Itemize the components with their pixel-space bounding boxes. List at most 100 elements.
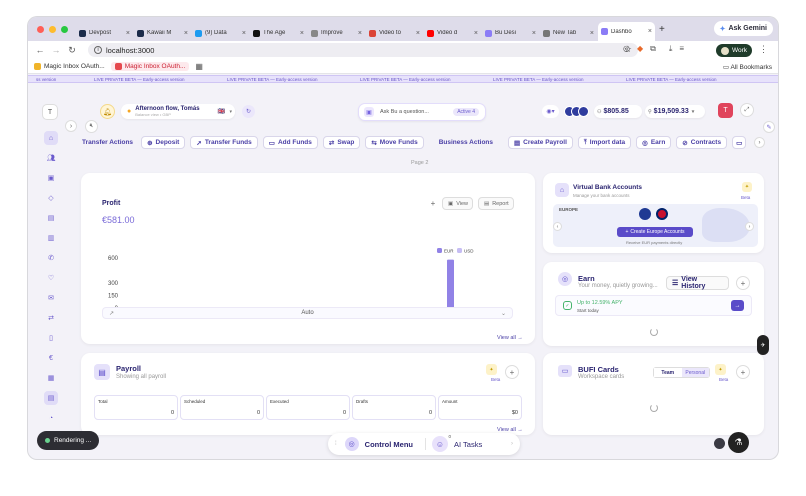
earn-button[interactable]: ◎ Earn <box>636 136 672 149</box>
more-actions-button[interactable]: ▭ <box>732 136 747 149</box>
site-info-icon[interactable]: i <box>94 46 102 54</box>
active-badge[interactable]: Active 4 <box>453 108 479 116</box>
sidebar-item-package[interactable]: ◇ <box>44 191 58 205</box>
sidebar-item-history[interactable]: ◔ <box>44 411 58 425</box>
report-button[interactable]: ▤ Report <box>478 197 514 210</box>
apy-offer[interactable]: ✓ Up to 12.59% APY Start today → <box>555 295 752 316</box>
ai-tasks-button[interactable]: AI Tasks <box>454 440 482 449</box>
tab-8[interactable]: New Tab × <box>540 25 597 41</box>
close-tab-icon[interactable]: × <box>532 30 536 37</box>
sidebar-item-notes[interactable]: ▤ <box>44 391 58 405</box>
tab-7[interactable]: Bu Desi × <box>482 25 539 41</box>
create-europe-accounts-button[interactable]: + Create Europe Accounts <box>617 227 693 237</box>
sidebar-item-users[interactable]: 👥︎ <box>44 151 58 165</box>
close-tab-icon[interactable]: × <box>184 30 188 37</box>
close-window-button[interactable] <box>37 25 44 33</box>
chevron-right-icon[interactable]: › <box>511 441 513 447</box>
sidebar-item-calendar[interactable]: ▦ <box>44 371 58 385</box>
reading-list-icon[interactable]: ≡ <box>679 44 684 54</box>
minimize-window-button[interactable] <box>49 25 56 33</box>
sidebar-item-calls[interactable]: ✆ <box>44 251 58 265</box>
puzzle-icon[interactable]: ⧉ <box>650 44 656 54</box>
control-menu-button[interactable]: Control Menu <box>365 440 413 449</box>
start-earning-button[interactable]: → <box>731 300 744 311</box>
maximize-window-button[interactable] <box>61 25 68 33</box>
tab-0[interactable]: Devpost × <box>76 25 133 41</box>
view-button[interactable]: ▣ View <box>442 197 473 210</box>
sidebar-item-inbox[interactable]: ✉ <box>44 291 58 305</box>
profile-button[interactable]: Work <box>716 44 753 57</box>
apps-grid-icon[interactable]: ▦ <box>195 62 203 71</box>
notification-bell-button[interactable]: 🔔︎ <box>100 104 115 119</box>
bookmark-item[interactable]: Magic Inbox OAuth... <box>34 62 105 70</box>
virtual-bank-prev-button[interactable]: ‹ <box>553 222 562 231</box>
forward-button[interactable]: → <box>48 45 64 55</box>
close-tab-icon[interactable]: × <box>300 30 304 37</box>
virtual-bank-next-button[interactable]: › <box>745 222 754 231</box>
swap-button[interactable]: ⇄ Swap <box>322 136 361 149</box>
tab-1[interactable]: Kawaii M × <box>134 25 191 41</box>
add-widget-button[interactable]: + <box>427 197 439 209</box>
all-bookmarks-button[interactable]: ▭ All Bookmarks <box>723 63 772 71</box>
move-funds-button[interactable]: ⇆ Move Funds <box>365 136 424 149</box>
tab-2[interactable]: (9) Data × <box>192 25 249 41</box>
transfer-funds-button[interactable]: ➚ Transfer Funds <box>190 136 258 149</box>
theme-toggle-button[interactable] <box>714 438 725 449</box>
create-payroll-button[interactable]: ▤ Create Payroll <box>508 136 573 149</box>
ask-gemini-button[interactable]: ✦ Ask Gemini <box>713 21 773 36</box>
reload-button[interactable]: ↻ <box>64 45 80 56</box>
close-tab-icon[interactable]: × <box>648 28 652 35</box>
close-tab-icon[interactable]: × <box>242 30 246 37</box>
browser-menu-icon[interactable]: ⋮ <box>759 44 768 55</box>
sidebar-item-analytics[interactable]: ▥ <box>44 231 58 245</box>
earn-add-button[interactable]: + <box>736 276 750 290</box>
sidebar-item-wallet[interactable]: ▣ <box>44 171 58 185</box>
drag-handle-icon[interactable]: ⁞ <box>335 441 337 447</box>
sidebar-item-files[interactable]: ▯ <box>44 331 58 345</box>
scroll-actions-right-button[interactable]: › <box>754 137 765 148</box>
bufi-add-button[interactable]: + <box>736 365 750 379</box>
tab-team[interactable]: Team <box>654 368 682 377</box>
close-tab-icon[interactable]: × <box>358 30 362 37</box>
sidebar-item-favorites[interactable]: ♡ <box>44 271 58 285</box>
sync-button[interactable]: ↻ <box>242 105 255 118</box>
currency-toggle[interactable]: ◉▾ <box>542 105 559 118</box>
sidebar-item-docs[interactable]: ▤ <box>44 211 58 225</box>
add-funds-button[interactable]: ▭ Add Funds <box>262 136 318 149</box>
quick-settings-button[interactable]: ⤢ <box>740 103 754 117</box>
import-data-button[interactable]: ⤒ Import data <box>577 136 632 149</box>
tab-personal[interactable]: Personal <box>681 368 709 377</box>
mute-button[interactable]: 🔇︎ <box>85 120 98 133</box>
deposit-button[interactable]: ⊕ Deposit <box>141 136 186 149</box>
close-tab-icon[interactable]: × <box>474 30 478 37</box>
back-button[interactable]: ← <box>32 45 48 55</box>
close-tab-icon[interactable]: × <box>126 30 130 37</box>
tab-6[interactable]: Video d × <box>424 25 481 41</box>
extension-icon[interactable]: ◆ <box>637 44 643 54</box>
edit-button[interactable]: ✎ <box>763 121 775 133</box>
extension-icon[interactable]: ◎ <box>623 44 630 54</box>
bookmark-item[interactable]: Magic Inbox OAuth... <box>110 61 190 71</box>
sidebar-item-currency[interactable]: € <box>44 351 58 365</box>
url-field[interactable]: i localhost:3000 ☆ <box>88 43 638 57</box>
workspace-avatar[interactable]: T <box>42 104 58 120</box>
ask-bu-search[interactable]: ▣ Ask Bu a question... Active 4 <box>358 103 486 121</box>
close-tab-icon[interactable]: × <box>590 30 594 37</box>
tab-5[interactable]: Video to × <box>366 25 423 41</box>
close-tab-icon[interactable]: × <box>416 30 420 37</box>
greeting-pill[interactable]: ● Afternoon flow, Tomás Balance view • G… <box>121 104 235 119</box>
user-avatar[interactable]: T <box>718 103 733 118</box>
download-icon[interactable]: ⤓ <box>669 44 673 54</box>
balance-primary[interactable]: ⚇ $805.85 <box>594 105 642 118</box>
payroll-add-button[interactable]: + <box>505 365 519 379</box>
sidebar-item-transfers[interactable]: ⇄ <box>44 311 58 325</box>
tab-9[interactable]: Dashbo × <box>598 22 655 41</box>
assistant-flask-button[interactable]: ⚗ <box>728 432 749 453</box>
view-history-button[interactable]: ☰ View History <box>666 276 729 290</box>
tab-3[interactable]: The Age × <box>250 25 307 41</box>
profit-view-all-link[interactable]: View all → <box>497 335 523 341</box>
new-tab-button[interactable]: + <box>659 24 665 35</box>
tab-4[interactable]: Improve × <box>308 25 365 41</box>
range-select[interactable]: ↗ Auto ⌄ <box>102 307 513 319</box>
pin-button[interactable]: ✈︎ <box>757 335 769 355</box>
